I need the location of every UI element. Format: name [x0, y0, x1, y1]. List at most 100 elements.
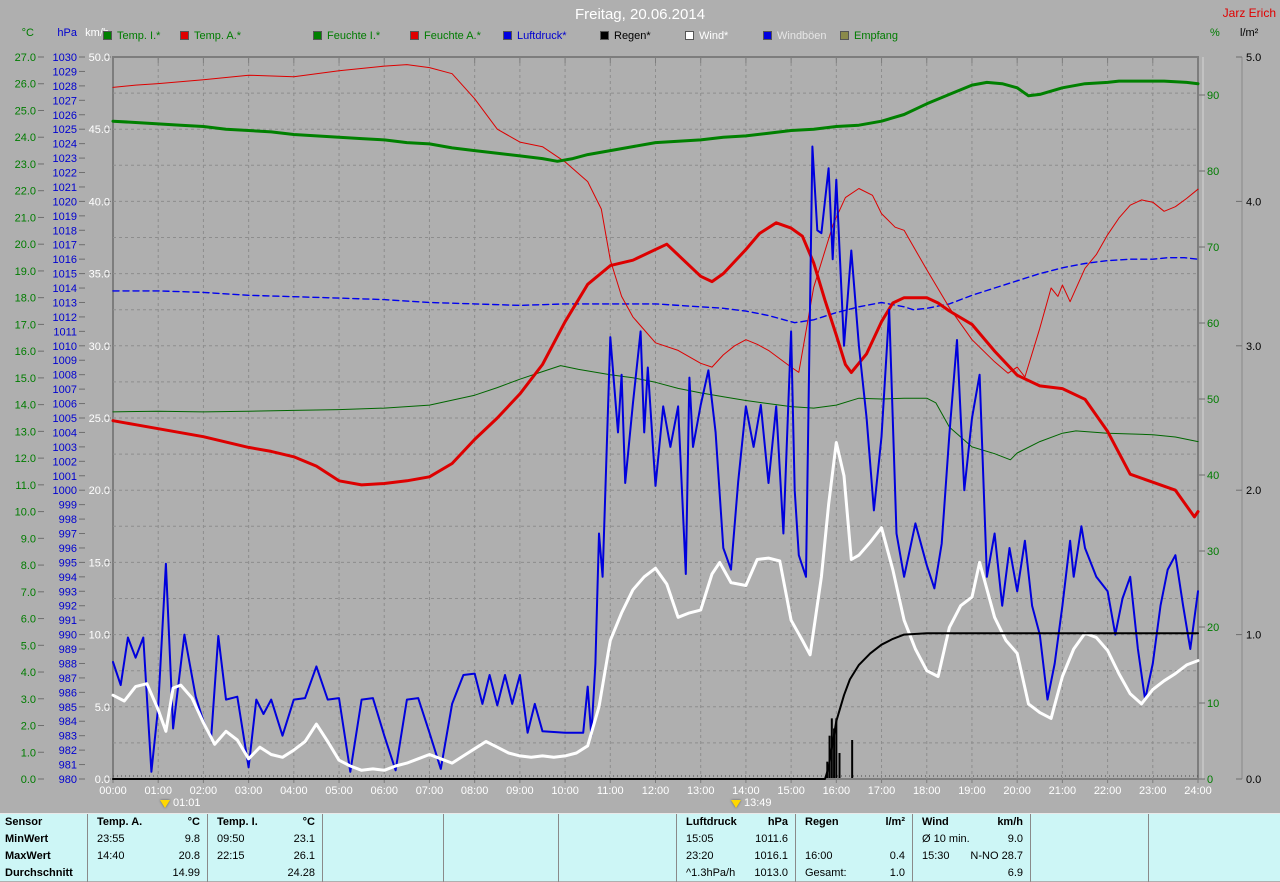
table-cell: [444, 814, 558, 831]
svg-text:15:00: 15:00: [777, 785, 805, 797]
svg-text:1008: 1008: [53, 370, 77, 382]
svg-text:6.0: 6.0: [21, 614, 36, 626]
table-cell: 14.99: [172, 867, 200, 879]
weather-app-window: Freitag, 20.06.2014 Jarz Erich °C hPa km…: [0, 0, 1280, 882]
svg-text:984: 984: [59, 716, 77, 728]
table-cell: Temp. I. °C: [217, 816, 315, 828]
svg-text:0.0: 0.0: [21, 774, 36, 786]
svg-text:18:00: 18:00: [913, 785, 941, 797]
svg-text:18.0: 18.0: [15, 293, 36, 305]
summary-row-labels: Sensor MinWert MaxWert Durchschnitt: [0, 814, 87, 882]
svg-text:19:00: 19:00: [958, 785, 986, 797]
svg-text:1019: 1019: [53, 211, 77, 223]
svg-text:9.0: 9.0: [21, 533, 36, 545]
table-cell: [444, 831, 558, 848]
summary-column: Luftdruck hPa 15:05 1011.6 23:20 1016.1 ^1.3hP…: [676, 814, 795, 882]
svg-text:983: 983: [59, 731, 77, 743]
svg-text:20: 20: [1207, 622, 1219, 634]
svg-text:985: 985: [59, 702, 77, 714]
svg-text:16.0: 16.0: [15, 346, 36, 358]
summary-column: Regen l/m² 16:00 0.4 Gesamt: 1.0: [795, 814, 912, 882]
svg-text:1025: 1025: [53, 124, 77, 136]
svg-text:09:00: 09:00: [506, 785, 534, 797]
table-cell: 6.9: [1007, 867, 1023, 879]
svg-text:980: 980: [59, 774, 77, 786]
svg-text:3.0: 3.0: [21, 694, 36, 706]
svg-text:5.0: 5.0: [21, 640, 36, 652]
svg-text:1017: 1017: [53, 240, 77, 252]
svg-text:50.0: 50.0: [89, 52, 110, 64]
svg-text:1010: 1010: [53, 341, 77, 353]
svg-text:10.0: 10.0: [15, 507, 36, 519]
svg-text:1016: 1016: [53, 254, 77, 266]
svg-text:10: 10: [1207, 698, 1219, 710]
table-cell: Gesamt: 1.0: [805, 867, 905, 879]
table-cell: [1031, 831, 1148, 848]
svg-text:998: 998: [59, 514, 77, 526]
table-cell: Regen l/m²: [805, 816, 905, 828]
table-cell: [1031, 848, 1148, 865]
summary-column: [322, 814, 443, 882]
svg-text:4.0: 4.0: [21, 667, 36, 679]
svg-text:1011: 1011: [53, 326, 77, 338]
svg-text:06:00: 06:00: [370, 785, 398, 797]
svg-text:990: 990: [59, 630, 77, 642]
svg-text:1024: 1024: [53, 139, 77, 151]
svg-text:5.0: 5.0: [95, 702, 110, 714]
table-cell: [559, 814, 676, 831]
table-cell: 14:40 20.8: [97, 850, 200, 862]
svg-text:40: 40: [1207, 470, 1219, 482]
svg-text:17:00: 17:00: [868, 785, 896, 797]
svg-text:1030: 1030: [53, 52, 77, 64]
svg-text:1021: 1021: [53, 182, 77, 194]
summary-column: [443, 814, 558, 882]
svg-text:02:00: 02:00: [190, 785, 218, 797]
table-cell: 15:30 N-NO 28.7: [922, 850, 1023, 862]
svg-text:981: 981: [59, 760, 77, 772]
svg-text:1.0: 1.0: [21, 747, 36, 759]
svg-text:26.0: 26.0: [15, 79, 36, 91]
svg-text:22:00: 22:00: [1094, 785, 1122, 797]
time-marker-1349: 13:49: [731, 797, 772, 810]
table-cell: Luftdruck hPa: [686, 816, 788, 828]
svg-text:997: 997: [59, 529, 77, 541]
svg-text:1013: 1013: [53, 297, 77, 309]
summary-column: Wind km/h Ø 10 min. 9.0 15:30 N-NO 28.7 6.9: [912, 814, 1030, 882]
table-cell: [796, 831, 912, 848]
table-cell: [559, 865, 676, 882]
summary-column: Temp. A. °C 23:55 9.8 14:40 20.8 14.99: [87, 814, 207, 882]
svg-text:0.0: 0.0: [1246, 774, 1261, 786]
svg-text:21:00: 21:00: [1049, 785, 1077, 797]
table-cell: 24.28: [287, 867, 315, 879]
svg-text:1004: 1004: [53, 427, 77, 439]
svg-text:11:00: 11:00: [597, 785, 624, 797]
svg-text:07:00: 07:00: [416, 785, 444, 797]
svg-text:17.0: 17.0: [15, 319, 36, 331]
table-cell: 23:20 1016.1: [686, 850, 788, 862]
summary-row-label: MaxWert: [5, 850, 51, 862]
summary-row-label: MinWert: [5, 833, 49, 845]
svg-text:1002: 1002: [53, 456, 77, 468]
svg-text:35.0: 35.0: [89, 269, 110, 281]
time-marker-0101: 01:01: [160, 797, 201, 810]
svg-text:27.0: 27.0: [15, 52, 36, 64]
svg-text:01:00: 01:00: [144, 785, 172, 797]
svg-text:992: 992: [59, 601, 77, 613]
svg-text:90: 90: [1207, 90, 1219, 102]
summary-column: [1030, 814, 1148, 882]
svg-text:988: 988: [59, 658, 77, 670]
svg-text:80: 80: [1207, 166, 1219, 178]
svg-text:13:00: 13:00: [687, 785, 715, 797]
svg-text:04:00: 04:00: [280, 785, 308, 797]
svg-text:23.0: 23.0: [15, 159, 36, 171]
table-cell: Wind km/h: [922, 816, 1023, 828]
svg-text:1027: 1027: [53, 95, 77, 107]
svg-text:05:00: 05:00: [325, 785, 353, 797]
table-cell: [444, 848, 558, 865]
svg-text:21.0: 21.0: [15, 212, 36, 224]
svg-text:1006: 1006: [53, 399, 77, 411]
svg-text:1018: 1018: [53, 225, 77, 237]
svg-text:1026: 1026: [53, 110, 77, 122]
svg-text:20:00: 20:00: [1003, 785, 1031, 797]
table-cell: [323, 831, 443, 848]
